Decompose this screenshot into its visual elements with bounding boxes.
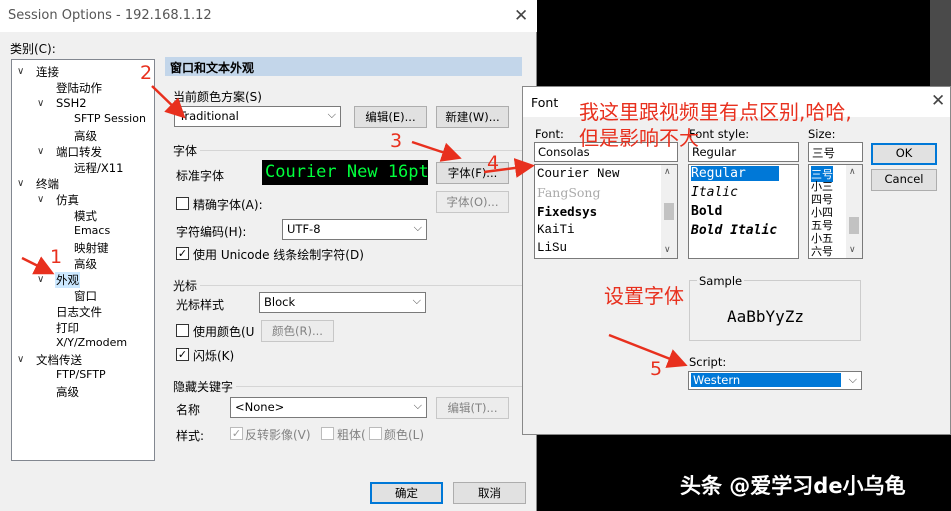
arrow-2 — [151, 85, 186, 119]
watermark: 头条 @爱学习de小乌龟 — [680, 474, 906, 498]
arrow-4 — [483, 158, 535, 178]
sample-label: Sample — [697, 274, 745, 288]
arrow-1 — [21, 256, 55, 275]
annotation-arrows — [21, 85, 688, 368]
arrow-5 — [608, 333, 688, 368]
arrow-3 — [411, 140, 462, 162]
